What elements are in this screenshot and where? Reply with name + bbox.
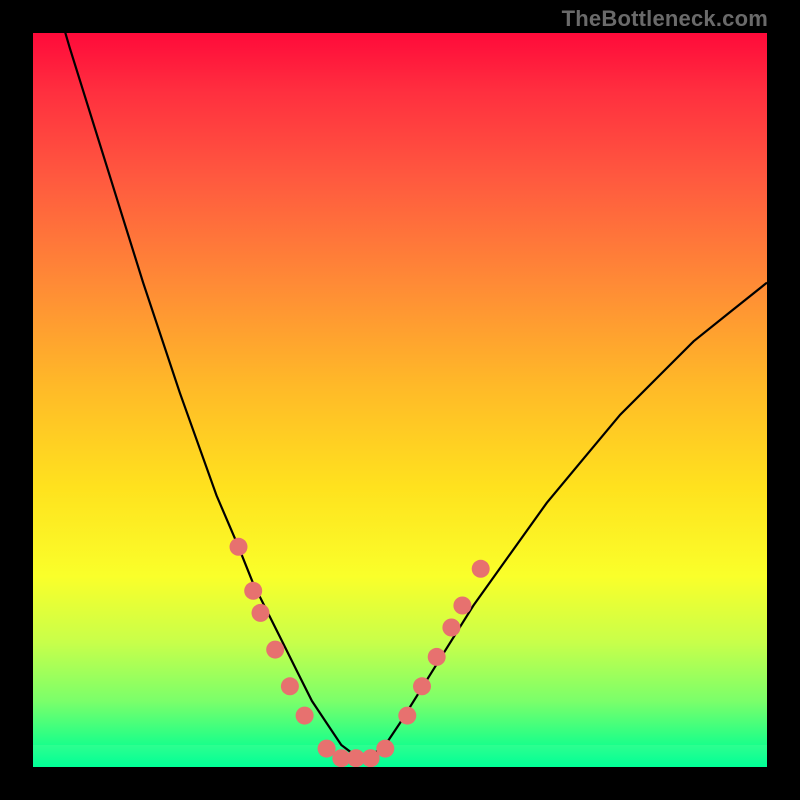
bottleneck-curve — [33, 33, 767, 767]
curve-marker — [296, 707, 314, 725]
curve-marker — [398, 707, 416, 725]
attribution-watermark: TheBottleneck.com — [562, 6, 768, 32]
curve-marker — [413, 677, 431, 695]
curve-marker — [376, 740, 394, 758]
curve-marker — [318, 740, 336, 758]
curve-marker — [230, 538, 248, 556]
curve-marker — [362, 749, 380, 767]
chart-frame: TheBottleneck.com — [0, 0, 800, 800]
curve-marker — [252, 604, 270, 622]
curve-marker — [244, 582, 262, 600]
curve-marker — [453, 597, 471, 615]
curve-marker — [281, 677, 299, 695]
curve-marker — [266, 641, 284, 659]
curve-marker — [428, 648, 446, 666]
plot-area — [33, 33, 767, 767]
curve-marker — [472, 560, 490, 578]
curve-marker — [442, 619, 460, 637]
